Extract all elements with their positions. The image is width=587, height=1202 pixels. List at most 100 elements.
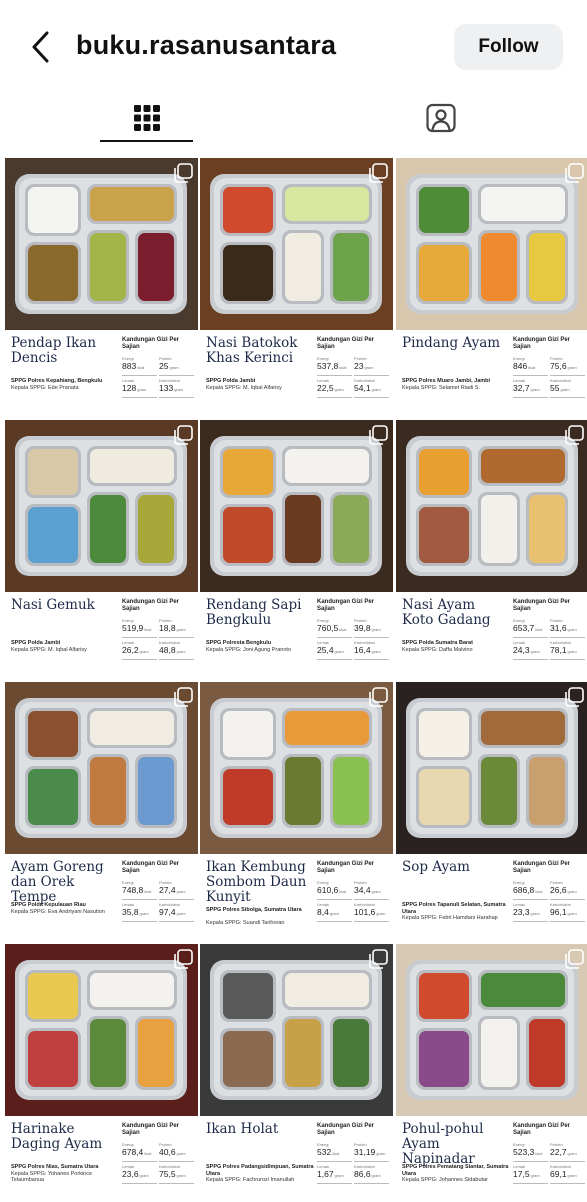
- food-tray-image: [200, 682, 393, 854]
- nutrient-cell: Lemak 128gram: [122, 378, 157, 398]
- nutrient-cell: Protein 25gram: [159, 356, 194, 376]
- dish-title: Nasi Batokok Khas Kerinci: [206, 335, 298, 366]
- profile-header: buku.rasanusantara Follow: [0, 0, 587, 92]
- multiple-images-icon: [174, 687, 193, 707]
- nutrition-table: Energi 537,8kkal Protein 23gram Lemak 22…: [317, 356, 389, 400]
- sppg-head: Kepala SPPG: Joni Agung Pranoto: [206, 646, 292, 653]
- post-caption: Harinake Daging Ayam Kandungan Gizi Per …: [5, 1116, 198, 1202]
- nutrition-table: Energi 523,3kkal Protein 22,7gram Lemak …: [513, 1142, 585, 1186]
- post-tile[interactable]: Nasi Gemuk Kandungan Gizi Per Sajian Ene…: [5, 420, 198, 678]
- nutrient-cell: Lemak 23,3gram: [513, 902, 548, 922]
- nutrition-table: Energi 532kkal Protein 31,19gram Lemak 1…: [317, 1142, 389, 1186]
- post-caption: Pindang Ayam Kandungan Gizi Per Sajian E…: [396, 330, 587, 416]
- nutrient-cell: Karbohidrat 69,1gram: [550, 1164, 585, 1184]
- tab-posts-grid[interactable]: [100, 92, 193, 144]
- sppg-unit: SPPG Polres Sibolga, Sumatra Utara: [206, 907, 302, 913]
- post-tile[interactable]: Rendang Sapi Bengkulu Kandungan Gizi Per…: [200, 420, 393, 678]
- post-tile[interactable]: Nasi Batokok Khas Kerinci Kandungan Gizi…: [200, 158, 393, 416]
- post-photo: [200, 682, 393, 854]
- back-button[interactable]: [28, 30, 56, 64]
- post-caption: Pendap Ikan Dencis Kandungan Gizi Per Sa…: [5, 330, 198, 416]
- nutrition-table: Energi 883kkal Protein 25gram Lemak 128g…: [122, 356, 194, 400]
- food-tray-image: [5, 682, 198, 854]
- multiple-images-icon: [369, 687, 388, 707]
- nutrition-header: Kandungan Gizi Per Sajian: [122, 1123, 180, 1136]
- nutrition-header: Kandungan Gizi Per Sajian: [513, 599, 571, 612]
- multiple-images-icon: [565, 949, 584, 969]
- post-photo: [200, 944, 393, 1116]
- multiple-images-icon: [369, 163, 388, 183]
- post-photo: [200, 158, 393, 330]
- nutrient-cell: Karbohidrat 96,1gram: [550, 902, 585, 922]
- nutrient-cell: Protein 34,4gram: [354, 880, 389, 900]
- multiple-images-icon: [174, 163, 193, 183]
- nutrient-cell: Karbohidrat 133gram: [159, 378, 194, 398]
- nutrient-cell: Protein 75,6gram: [550, 356, 585, 376]
- food-tray-image: [396, 682, 587, 854]
- nutrition-header: Kandungan Gizi Per Sajian: [317, 861, 375, 874]
- sppg-head: Kepala SPPG: Fachrurozi Imanullah: [206, 1177, 295, 1183]
- dish-title: Nasi Gemuk: [11, 597, 95, 613]
- nutrition-header: Kandungan Gizi Per Sajian: [122, 599, 180, 612]
- multiple-images-icon: [565, 163, 584, 183]
- food-tray-image: [5, 944, 198, 1116]
- nutrient-cell: Energi 523,3kkal: [513, 1142, 548, 1162]
- nutrient-cell: Karbohidrat 75,5gram: [159, 1164, 194, 1184]
- tab-tagged[interactable]: [394, 92, 487, 144]
- post-tile[interactable]: Harinake Daging Ayam Kandungan Gizi Per …: [5, 944, 198, 1202]
- nutrient-cell: Lemak 26,2gram: [122, 640, 157, 660]
- nutrient-cell: Lemak 22,5gram: [317, 378, 352, 398]
- sppg-head: Kepala SPPG: Yohanes Porkince Telaumbanu…: [11, 1170, 93, 1184]
- post-tile[interactable]: Ayam Goreng dan Orek Tempe Kandungan Giz…: [5, 682, 198, 940]
- grid-icon: [133, 105, 160, 131]
- nutrient-cell: Protein 31,6gram: [550, 618, 585, 638]
- nutrient-cell: Karbohidrat 16,4gram: [354, 640, 389, 660]
- post-photo: [200, 420, 393, 592]
- nutrition-table: Energi 678,4kkal Protein 40,6gram Lemak …: [122, 1142, 194, 1186]
- dish-title: Pindang Ayam: [402, 335, 501, 351]
- post-tile[interactable]: Nasi Ayam Koto Gadang Kandungan Gizi Per…: [396, 420, 587, 678]
- follow-button[interactable]: Follow: [454, 24, 563, 70]
- post-caption: Ikan Holat Kandungan Gizi Per Sajian Ene…: [200, 1116, 393, 1202]
- nutrient-cell: Energi 537,8kkal: [317, 356, 352, 376]
- sppg-head: Kepala SPPG: M. Iqbal Alfarisy: [11, 646, 87, 653]
- post-caption: Rendang Sapi Bengkulu Kandungan Gizi Per…: [200, 592, 393, 678]
- sppg-head: Kepala SPPG: Daffa Malvino: [402, 646, 473, 653]
- nutrition-table: Energi 748,8kkal Protein 27,4gram Lemak …: [122, 880, 194, 924]
- sppg-head: Kepala SPPG: Johannes Sidabutar: [402, 1177, 488, 1183]
- sppg-head: Kepala SPPG: Eva Andriyani Nasution: [11, 908, 105, 915]
- nutrition-header: Kandungan Gizi Per Sajian: [513, 1123, 571, 1136]
- nutrient-cell: Energi 519,9kkal: [122, 618, 157, 638]
- nutrient-cell: Protein 23gram: [354, 356, 389, 376]
- nutrient-cell: Karbohidrat 78,1gram: [550, 640, 585, 660]
- nutrient-cell: Lemak 1,67gram: [317, 1164, 352, 1184]
- post-photo: [5, 158, 198, 330]
- dish-title: Ayam Goreng dan Orek Tempe: [11, 859, 104, 905]
- nutrient-cell: Energi 686,8kkal: [513, 880, 548, 900]
- nutrition-header: Kandungan Gizi Per Sajian: [317, 599, 375, 612]
- sppg-head: Kepala SPPG: M. Iqbal Alfarisy: [206, 384, 282, 391]
- post-tile[interactable]: Ikan Holat Kandungan Gizi Per Sajian Ene…: [200, 944, 393, 1202]
- active-tab-indicator: [100, 140, 193, 142]
- post-tile[interactable]: Pindang Ayam Kandungan Gizi Per Sajian E…: [396, 158, 587, 416]
- multiple-images-icon: [369, 425, 388, 445]
- nutrient-cell: Energi 610,6kkal: [317, 880, 352, 900]
- nutrient-cell: Protein 26,6gram: [550, 880, 585, 900]
- tagged-person-icon: [425, 103, 456, 133]
- nutrition-header: Kandungan Gizi Per Sajian: [513, 337, 571, 350]
- multiple-images-icon: [369, 949, 388, 969]
- dish-title: Pohul-pohul Ayam Napinadar: [402, 1121, 484, 1167]
- multiple-images-icon: [565, 687, 584, 707]
- multiple-images-icon: [174, 425, 193, 445]
- nutrient-cell: Energi 653,7kkal: [513, 618, 548, 638]
- post-tile[interactable]: Pohul-pohul Ayam Napinadar Kandungan Giz…: [396, 944, 587, 1202]
- post-tile[interactable]: Sop Ayam Kandungan Gizi Per Sajian Energ…: [396, 682, 587, 940]
- post-tile[interactable]: Pendap Ikan Dencis Kandungan Gizi Per Sa…: [5, 158, 198, 416]
- nutrition-table: Energi 846kkal Protein 75,6gram Lemak 32…: [513, 356, 585, 400]
- nutrient-cell: Energi 846kkal: [513, 356, 548, 376]
- post-photo: [5, 944, 198, 1116]
- chevron-left-icon: [32, 31, 49, 63]
- post-photo: [5, 682, 198, 854]
- post-tile[interactable]: Ikan Kembung Sombom Daun Kunyit Kandunga…: [200, 682, 393, 940]
- dish-title: Ikan Holat: [206, 1121, 279, 1137]
